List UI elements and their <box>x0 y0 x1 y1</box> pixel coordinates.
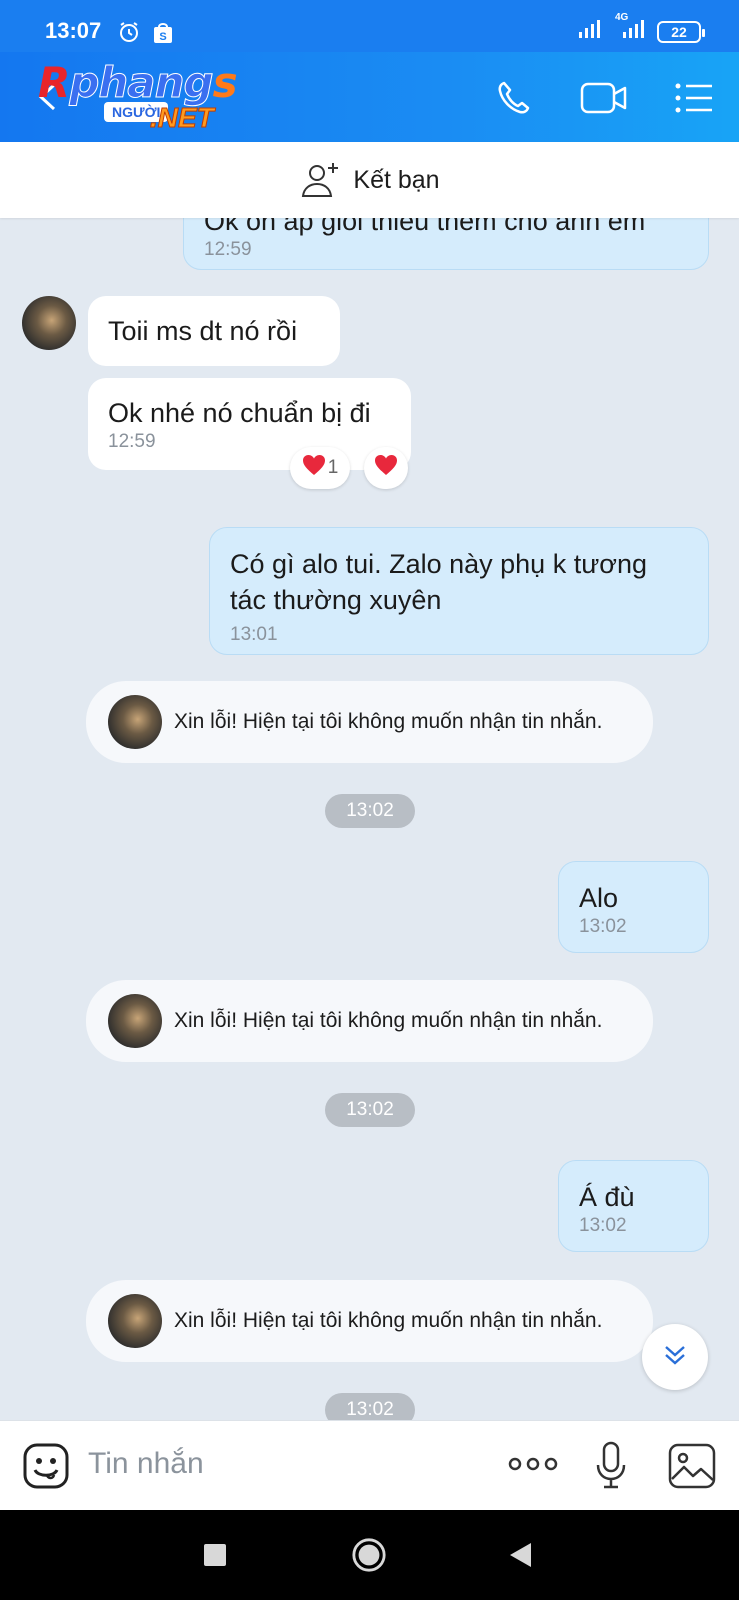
auto-reply-message: Xin lỗi! Hiện tại tôi không muốn nhận ti… <box>86 980 653 1062</box>
menu-list-icon[interactable] <box>670 74 718 122</box>
contact-avatar <box>108 994 162 1048</box>
image-gallery-icon[interactable] <box>668 1443 716 1489</box>
message-bubble-sent[interactable]: Ok oh ap gioi thieu them cho anh em 12:5… <box>183 218 709 270</box>
shopee-icon: S <box>152 20 174 49</box>
auto-reply-message: Xin lỗi! Hiện tại tôi không muốn nhận ti… <box>86 1280 653 1362</box>
reaction-count: 1 <box>327 457 339 478</box>
back-icon[interactable] <box>507 1537 533 1573</box>
more-options-icon[interactable] <box>508 1453 558 1475</box>
chat-header: Rphangs NGƯỜI .NET <box>0 52 739 142</box>
message-bubble-sent[interactable]: Á đù 13:02 <box>558 1160 709 1252</box>
alarm-icon <box>117 20 141 49</box>
watermark-logo: Rphangs NGƯỜI .NET <box>38 58 238 134</box>
contact-avatar[interactable] <box>22 296 76 350</box>
heart-icon <box>302 454 326 482</box>
message-bubble-received[interactable]: Toii ms dt nó rồi <box>88 296 340 366</box>
message-bubble-received[interactable]: Ok nhé nó chuẩn bị đi 12:59 <box>88 378 411 470</box>
time-divider: 13:02 <box>325 1093 415 1127</box>
heart-icon <box>374 454 398 482</box>
svg-text:S: S <box>159 31 166 43</box>
scroll-down-button[interactable] <box>642 1324 708 1390</box>
add-friend-bar[interactable]: Kết bạn <box>0 142 739 218</box>
contact-avatar <box>108 695 162 749</box>
network-type: 4G <box>615 12 629 23</box>
time-divider: 13:02 <box>325 794 415 828</box>
video-call-icon[interactable] <box>580 74 628 122</box>
message-input-bar: Tin nhắn <box>0 1420 739 1510</box>
add-friend-label: Kết bạn <box>353 165 440 194</box>
reaction-summary[interactable]: 1 <box>290 447 350 489</box>
message-bubble-sent[interactable]: Có gì alo tui. Zalo này phụ k tương tác … <box>209 527 709 655</box>
double-chevron-down-icon <box>661 1341 689 1374</box>
contact-avatar <box>108 1294 162 1348</box>
add-person-icon <box>299 160 341 200</box>
status-bar: 13:07 S 4G 22 <box>0 0 739 52</box>
time-divider: 13:02 <box>325 1393 415 1420</box>
status-time: 13:07 <box>45 18 102 43</box>
auto-reply-message: Xin lỗi! Hiện tại tôi không muốn nhận ti… <box>86 681 653 763</box>
sticker-emoji-icon[interactable] <box>22 1442 70 1490</box>
android-navigation-bar <box>0 1510 739 1600</box>
phone-icon[interactable] <box>490 74 538 122</box>
signal-4g-icon: 4G <box>615 12 649 45</box>
message-bubble-sent[interactable]: Alo 13:02 <box>558 861 709 953</box>
battery-indicator: 22 <box>657 20 705 43</box>
message-input[interactable]: Tin nhắn <box>88 1447 204 1481</box>
recent-apps-icon[interactable] <box>203 1537 227 1573</box>
microphone-icon[interactable] <box>594 1441 628 1491</box>
chat-area[interactable]: Ok oh ap gioi thieu them cho anh em 12:5… <box>0 218 739 1420</box>
signal-icon <box>577 18 607 45</box>
home-icon[interactable] <box>350 1537 388 1573</box>
react-button[interactable] <box>364 447 408 489</box>
